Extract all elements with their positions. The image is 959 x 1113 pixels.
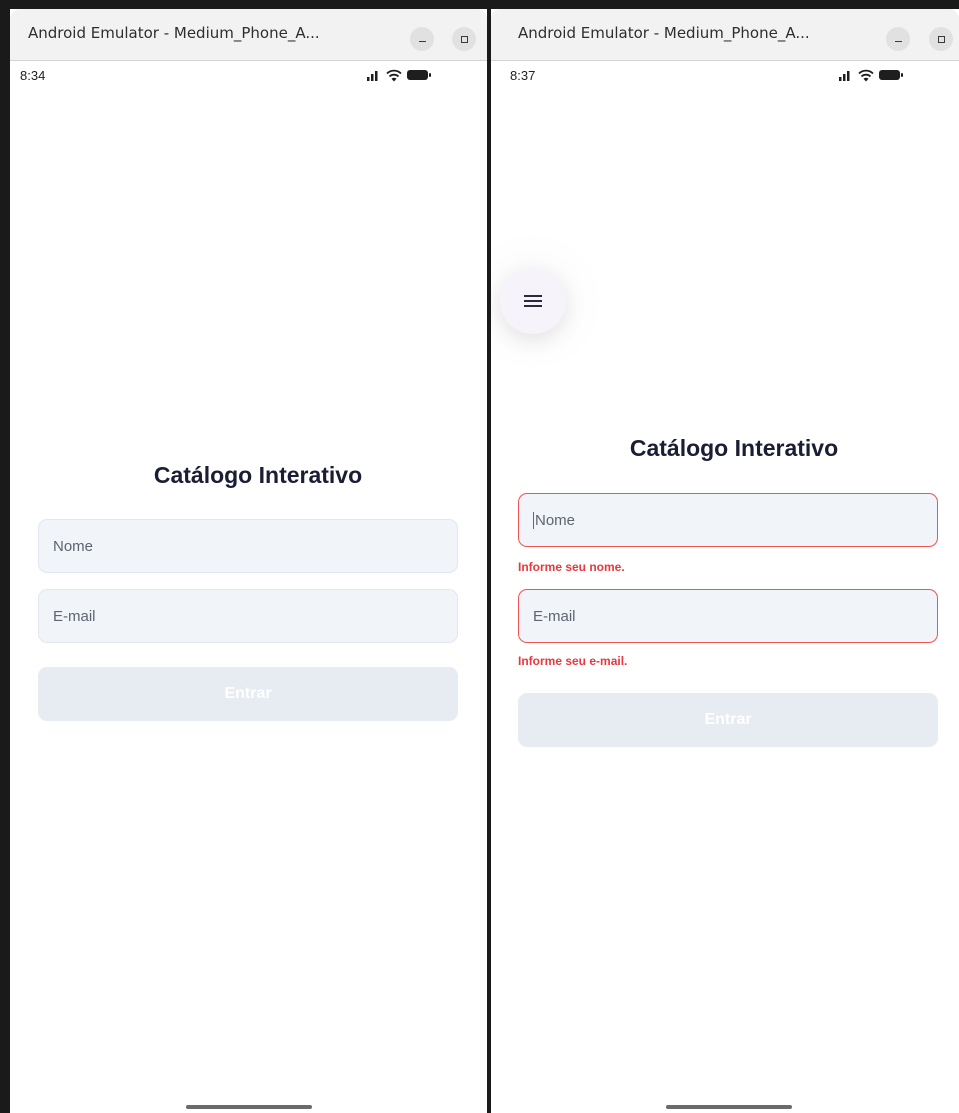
name-error-message: Informe seu nome. [518, 560, 625, 574]
status-bar-icons [367, 67, 431, 83]
home-indicator[interactable] [666, 1105, 792, 1109]
window-title: Android Emulator - Medium_Phone_A... [28, 24, 320, 42]
submit-button[interactable]: Entrar [518, 693, 938, 747]
signal-icon [839, 71, 850, 81]
emulator-window-left: Android Emulator - Medium_Phone_A... 8:3… [10, 9, 487, 1113]
maximize-icon [460, 35, 468, 43]
text-caret [533, 511, 534, 529]
emulator-window-right: Android Emulator - Medium_Phone_A... 8:3… [491, 9, 959, 1113]
status-bar-time: 8:37 [510, 68, 536, 83]
minimize-button[interactable] [410, 27, 434, 51]
email-input[interactable] [533, 607, 937, 625]
battery-icon [879, 70, 903, 80]
name-input[interactable] [535, 511, 937, 529]
maximize-button[interactable] [929, 27, 953, 51]
hamburger-menu-icon [524, 295, 542, 307]
window-titlebar[interactable]: Android Emulator - Medium_Phone_A... [491, 9, 959, 61]
window-title: Android Emulator - Medium_Phone_A... [518, 24, 810, 42]
email-field[interactable] [518, 589, 938, 643]
minimize-button[interactable] [886, 27, 910, 51]
email-input[interactable] [53, 607, 457, 625]
battery-icon [407, 70, 431, 80]
app-title: Catálogo Interativo [629, 435, 839, 461]
minimize-icon [894, 40, 902, 42]
window-titlebar[interactable]: Android Emulator - Medium_Phone_A... [10, 9, 487, 61]
minimize-icon [418, 40, 426, 42]
home-indicator[interactable] [186, 1105, 312, 1109]
email-error-message: Informe seu e-mail. [518, 654, 628, 668]
maximize-button[interactable] [452, 27, 476, 51]
maximize-icon [937, 35, 945, 43]
name-field[interactable] [38, 519, 458, 573]
name-input[interactable] [53, 537, 457, 555]
status-bar-icons [839, 67, 903, 83]
menu-button[interactable] [500, 268, 566, 334]
app-title: Catálogo Interativo [153, 462, 363, 488]
email-field[interactable] [38, 589, 458, 643]
name-field[interactable] [518, 493, 938, 547]
wifi-icon [386, 69, 402, 81]
wifi-icon [858, 69, 874, 81]
submit-button[interactable]: Entrar [38, 667, 458, 721]
signal-icon [367, 71, 378, 81]
status-bar-time: 8:34 [20, 68, 46, 83]
